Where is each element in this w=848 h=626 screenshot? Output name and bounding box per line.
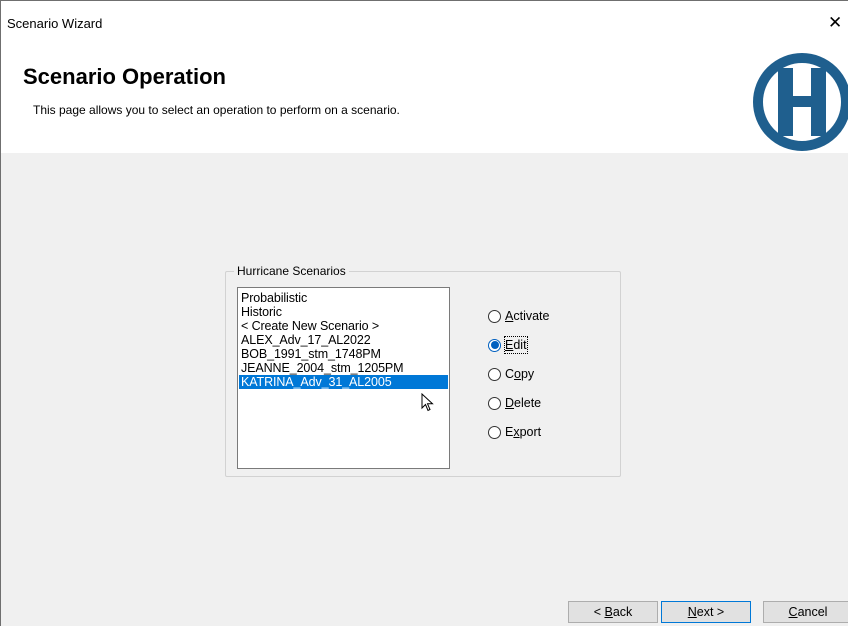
title-bar: Scenario Wizard ✕ — [1, 1, 848, 44]
list-item[interactable]: Historic — [238, 305, 449, 319]
mouse-cursor-icon — [421, 393, 434, 412]
wizard-content: Hurricane Scenarios Probabilistic Histor… — [1, 153, 848, 626]
copy-radio[interactable]: Copy — [488, 365, 549, 383]
hazus-h-logo-icon — [753, 53, 848, 151]
activate-label: Activate — [505, 309, 550, 323]
edit-radio[interactable]: Edit — [488, 336, 549, 354]
list-item[interactable]: JEANNE_2004_stm_1205PM — [238, 361, 449, 375]
scenario-wizard-window: Scenario Wizard ✕ Scenario Operation Thi… — [0, 0, 848, 626]
copy-label: Copy — [505, 367, 535, 381]
group-label: Hurricane Scenarios — [234, 263, 349, 279]
page-description: This page allows you to select an operat… — [33, 103, 400, 117]
radio-checked-icon[interactable] — [488, 338, 501, 352]
wizard-header: Scenario Operation This page allows you … — [1, 44, 848, 153]
cancel-button[interactable]: Cancel — [763, 601, 848, 623]
list-item[interactable]: BOB_1991_stm_1748PM — [238, 347, 449, 361]
radio-circle-icon[interactable] — [488, 425, 501, 439]
list-item[interactable]: < Create New Scenario > — [238, 319, 449, 333]
delete-label: Delete — [505, 396, 542, 410]
delete-radio[interactable]: Delete — [488, 394, 549, 412]
activate-radio[interactable]: Activate — [488, 307, 549, 325]
hurricane-scenarios-group: Hurricane Scenarios Probabilistic Histor… — [225, 263, 621, 477]
list-item[interactable]: Probabilistic — [238, 291, 449, 305]
export-radio[interactable]: Export — [488, 423, 549, 441]
window-title: Scenario Wizard — [7, 16, 103, 31]
scenario-listbox[interactable]: Probabilistic Historic < Create New Scen… — [237, 287, 450, 469]
list-item-selected[interactable]: KATRINA_Adv_31_AL2005 — [239, 375, 448, 389]
operation-radio-group: Activate Edit Copy Delete Export — [488, 307, 549, 452]
edit-label: Edit — [504, 336, 528, 354]
list-item[interactable]: ALEX_Adv_17_AL2022 — [238, 333, 449, 347]
page-title: Scenario Operation — [23, 64, 226, 89]
next-button[interactable]: Next > — [661, 601, 751, 623]
export-label: Export — [505, 425, 542, 439]
close-icon[interactable]: ✕ — [828, 13, 848, 33]
back-button[interactable]: < Back — [568, 601, 658, 623]
radio-circle-icon[interactable] — [488, 367, 501, 381]
radio-circle-icon[interactable] — [488, 396, 501, 410]
radio-circle-icon[interactable] — [488, 309, 501, 323]
